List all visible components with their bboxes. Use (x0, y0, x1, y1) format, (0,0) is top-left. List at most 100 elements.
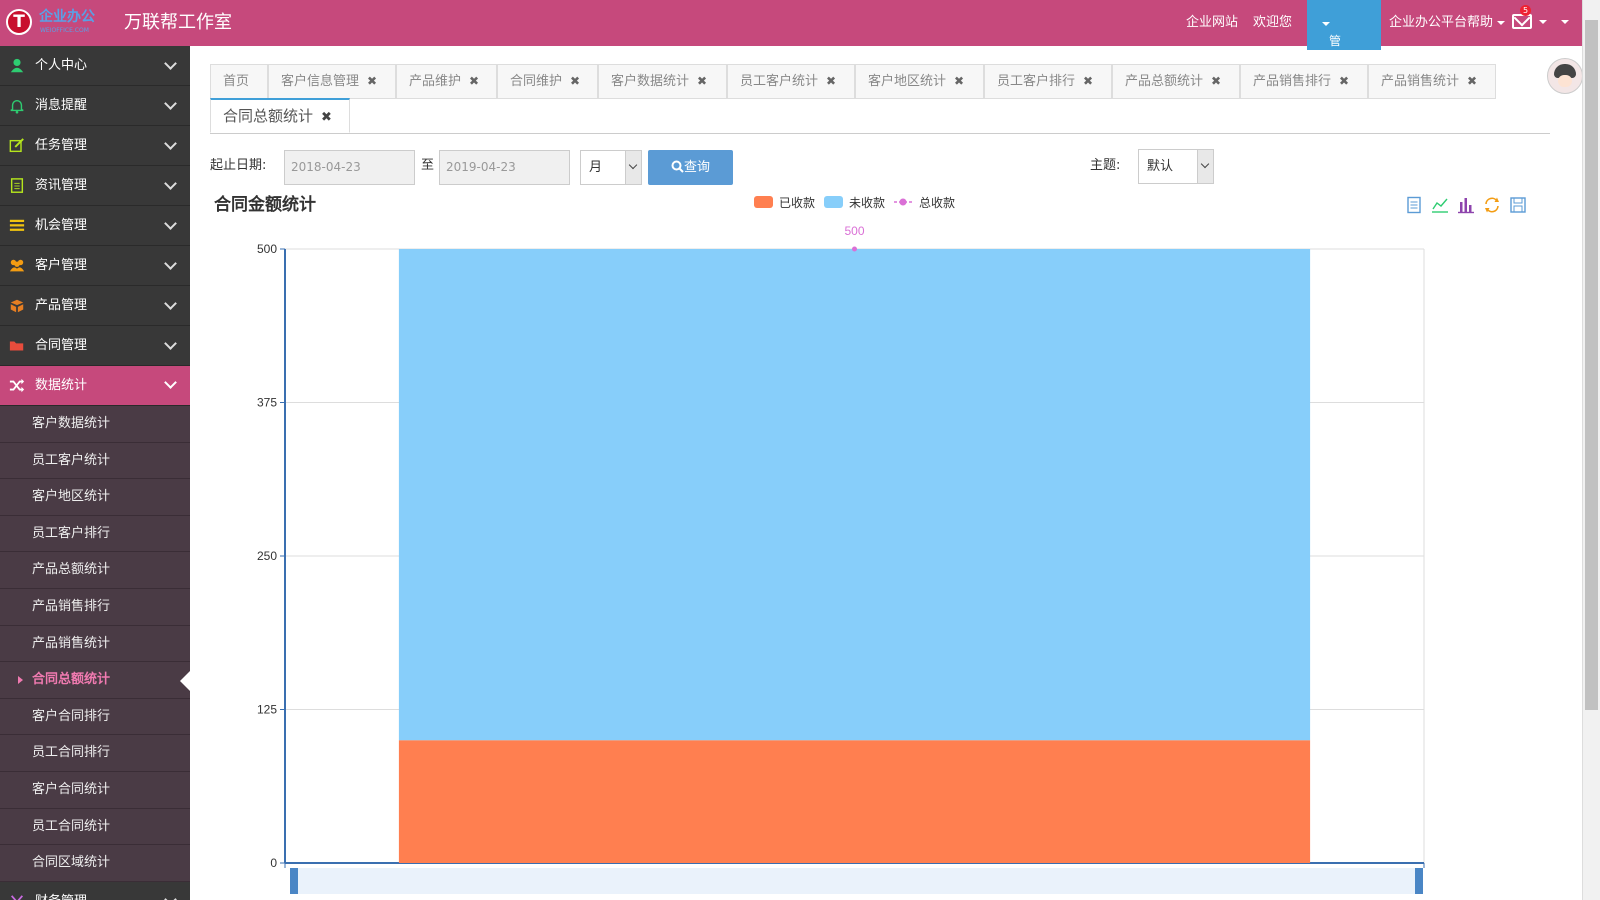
caret-down-icon[interactable] (1539, 20, 1547, 24)
y-tick-label: 125 (257, 703, 277, 717)
line-point-total[interactable] (852, 246, 857, 252)
sidebar-menu-label: 数据统计 (35, 378, 88, 393)
chevron-down-icon (164, 257, 177, 270)
chevron-down-icon (1197, 150, 1213, 183)
tab-item[interactable]: 客户地区统计 ✖ (855, 64, 984, 99)
datazoom-slider[interactable] (290, 868, 1423, 894)
sidebar-sub-item[interactable]: 客户地区统计 (0, 479, 190, 516)
tab-item[interactable]: 产品销售统计 ✖ (1368, 64, 1496, 99)
sidebar-menu-item[interactable]: 任务管理 (0, 126, 190, 166)
close-icon[interactable]: ✖ (367, 74, 377, 88)
list-icon (9, 219, 25, 231)
bar-chart-icon[interactable] (1457, 196, 1475, 214)
legend-label[interactable]: 已收款 (779, 196, 815, 210)
theme-select[interactable]: 默认 (1138, 149, 1214, 184)
legend-marker-total[interactable] (899, 198, 907, 206)
chevron-down-icon (625, 151, 641, 184)
chart-svg: 01252503755002019-04500已收款未收款总收款 (257, 196, 1425, 883)
bar-received[interactable] (398, 740, 1311, 863)
sidebar-menu-label: 任务管理 (35, 138, 88, 153)
tab-item[interactable]: 产品总额统计 ✖ (1112, 64, 1240, 99)
close-icon[interactable]: ✖ (1339, 74, 1349, 88)
page-scrollbar[interactable] (1582, 0, 1600, 900)
close-icon[interactable]: ✖ (697, 74, 707, 88)
close-icon[interactable]: ✖ (321, 110, 332, 125)
close-icon[interactable]: ✖ (1083, 74, 1093, 88)
logo-icon[interactable]: T (6, 9, 32, 35)
end-date-input[interactable]: 2019-04-23 (439, 150, 570, 185)
datazoom-start-handle[interactable] (290, 868, 298, 894)
start-date-input[interactable]: 2018-04-23 (284, 150, 415, 185)
sidebar-menu-item[interactable]: 机会管理 (0, 206, 190, 246)
restore-icon[interactable] (1483, 196, 1501, 214)
tab-item[interactable]: 产品销售排行 ✖ (1240, 64, 1368, 99)
caret-down-icon (1322, 21, 1330, 26)
help-dropdown[interactable]: 企业办公平台帮助 (1389, 14, 1506, 32)
bar-unreceived[interactable] (398, 249, 1311, 741)
sidebar-menu-item[interactable]: 消息提醒 (0, 86, 190, 126)
period-select[interactable]: 月 (580, 150, 642, 185)
logo-text: 企业办公 (39, 9, 95, 25)
close-icon[interactable]: ✖ (954, 74, 964, 88)
sidebar-sub-item[interactable]: 产品销售统计 (0, 625, 190, 663)
tab-item-active[interactable]: 合同总额统计 ✖ (210, 98, 350, 133)
sidebar-sub-item[interactable]: 员工客户统计 (0, 442, 190, 480)
link-company-site[interactable]: 企业网站 (1186, 14, 1238, 32)
tab-item[interactable]: 首页 (210, 64, 268, 99)
legend-swatch[interactable] (754, 196, 773, 208)
sidebar-sub-item[interactable]: 员工客户排行 (0, 515, 190, 553)
legend-label[interactable]: 未收款 (849, 196, 885, 210)
sidebar-menu-label: 机会管理 (35, 218, 88, 233)
theme-label: 主题: (1090, 158, 1121, 173)
sidebar-menu-item[interactable]: 合同管理 (0, 326, 190, 366)
tab-label: 客户信息管理 (281, 74, 360, 89)
close-icon[interactable]: ✖ (1467, 74, 1477, 88)
query-button[interactable]: 查询 (648, 150, 733, 185)
sidebar-sub-label: 员工合同统计 (32, 818, 111, 834)
data-view-icon[interactable] (1405, 196, 1423, 214)
sidebar-sub-item[interactable]: 客户合同排行 (0, 698, 190, 736)
chevron-down-icon (164, 137, 177, 150)
caret-down-icon[interactable] (1561, 20, 1569, 24)
tab-item[interactable]: 员工客户统计 ✖ (727, 64, 855, 99)
scrollbar-thumb[interactable] (1585, 20, 1598, 710)
close-icon[interactable]: ✖ (570, 74, 580, 88)
close-icon[interactable]: ✖ (1211, 74, 1221, 88)
sidebar-sub-item[interactable]: 员工合同排行 (0, 735, 190, 772)
sidebar-menu-item[interactable]: 个人中心 (0, 46, 190, 86)
close-icon[interactable]: ✖ (826, 74, 836, 88)
legend-swatch[interactable] (824, 196, 843, 208)
sidebar-sub-item[interactable]: 员工合同统计 (0, 808, 190, 846)
sidebar-sub-item[interactable]: 客户合同统计 (0, 771, 190, 809)
mail-icon[interactable] (1512, 14, 1532, 29)
sidebar-menu-item[interactable]: 资讯管理 (0, 166, 190, 206)
sidebar-sub-item[interactable]: 合同区域统计 (0, 845, 190, 882)
sidebar-sub-item[interactable]: 客户数据统计 (0, 406, 190, 443)
sidebar-sub-item[interactable]: 合同总额统计 (0, 662, 190, 699)
datazoom-end-handle[interactable] (1415, 868, 1423, 894)
avatar[interactable] (1547, 58, 1583, 94)
sidebar-menu-item[interactable]: 产品管理 (0, 286, 190, 326)
tab-item[interactable]: 产品维护 ✖ (396, 64, 497, 99)
tab-item[interactable]: 员工客户排行 ✖ (984, 64, 1112, 99)
sidebar-menu-label: 产品管理 (35, 298, 88, 313)
tab-item[interactable]: 合同维护 ✖ (497, 64, 598, 99)
sidebar-menu-item[interactable]: 客户管理 (0, 246, 190, 286)
caret-down-icon (1497, 20, 1506, 25)
sidebar-sub-item[interactable]: 产品销售排行 (0, 588, 190, 626)
legend-label[interactable]: 总收款 (919, 196, 955, 210)
tab-label: 首页 (223, 74, 250, 89)
sidebar-menu-item[interactable]: 数据统计 (0, 366, 190, 406)
sidebar-sub-label: 产品总额统计 (32, 562, 111, 578)
close-icon[interactable]: ✖ (469, 74, 479, 88)
admin-dropdown[interactable]: 管理员 (1307, 0, 1381, 82)
tab-item[interactable]: 客户数据统计 ✖ (598, 64, 727, 99)
users-icon (9, 259, 25, 272)
line-chart-icon[interactable] (1431, 196, 1449, 214)
tab-item[interactable]: 客户信息管理 ✖ (268, 64, 396, 99)
save-image-icon[interactable] (1509, 196, 1527, 214)
sidebar-menu-item[interactable]: 财务管理 (0, 882, 190, 900)
main-content: 首页 客户信息管理 ✖ 产品维护 ✖ 合同维护 ✖ 客户数据统计 ✖ 员工客户统计 ✖ 客户地区统计 ✖… (190, 46, 1583, 900)
sidebar-sub-item[interactable]: 产品总额统计 (0, 552, 190, 589)
to-label: 至 (421, 158, 435, 173)
